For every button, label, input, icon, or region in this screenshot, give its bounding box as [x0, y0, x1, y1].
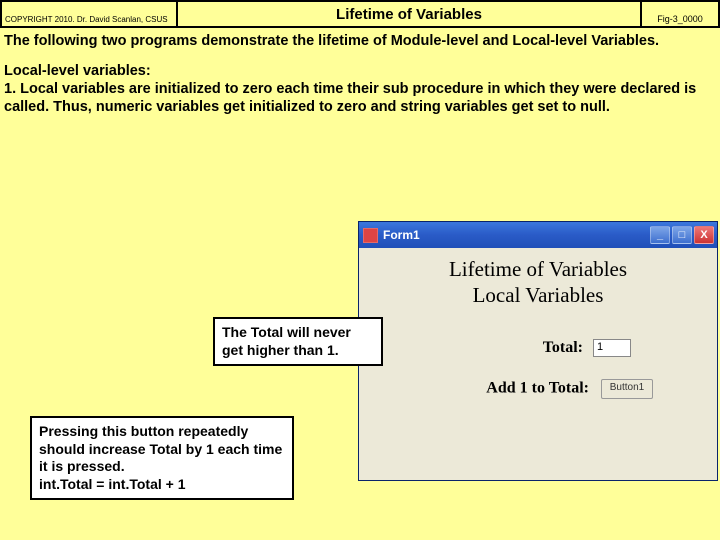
form-heading-line1: Lifetime of Variables	[449, 257, 627, 281]
slide-header: COPYRIGHT 2010. Dr. David Scanlan, CSUS …	[0, 0, 720, 28]
callout2-line2: int.Total = int.Total + 1	[39, 476, 186, 492]
callout2-line1: Pressing this button repeatedly should i…	[39, 423, 282, 474]
total-textbox[interactable]: 1	[593, 339, 631, 357]
figure-ref: Fig-3_0000	[642, 0, 720, 26]
local-vars-section: Local-level variables: 1. Local variable…	[0, 50, 720, 116]
intro-text: The following two programs demonstrate t…	[0, 28, 720, 50]
window-title: Form1	[383, 228, 650, 242]
form-heading-line2: Local Variables	[473, 283, 604, 307]
window-controls: _ □ X	[650, 226, 714, 244]
form-icon	[363, 228, 378, 243]
section-heading: Local-level variables:	[4, 63, 151, 79]
button-row: Add 1 to Total: Button1	[363, 379, 713, 399]
slide-title: Lifetime of Variables	[178, 0, 642, 26]
form-heading: Lifetime of Variables Local Variables	[363, 256, 713, 309]
add-button[interactable]: Button1	[601, 379, 653, 399]
close-button[interactable]: X	[694, 226, 714, 244]
form-body: Lifetime of Variables Local Variables To…	[359, 248, 717, 407]
copyright-cell: COPYRIGHT 2010. Dr. David Scanlan, CSUS	[0, 0, 178, 26]
vb-form-window: Form1 _ □ X Lifetime of Variables Local …	[358, 221, 718, 481]
maximize-button[interactable]: □	[672, 226, 692, 244]
button-label-prefix: Add 1 to Total:	[486, 380, 589, 397]
callout-button-explanation: Pressing this button repeatedly should i…	[30, 416, 294, 500]
section-body: 1. Local variables are initialized to ze…	[4, 81, 696, 115]
total-label: Total:	[543, 339, 583, 356]
callout-total-never-higher: The Total will never get higher than 1.	[213, 317, 383, 366]
total-row: Total: 1	[363, 339, 713, 357]
titlebar: Form1 _ □ X	[359, 222, 717, 248]
minimize-button[interactable]: _	[650, 226, 670, 244]
